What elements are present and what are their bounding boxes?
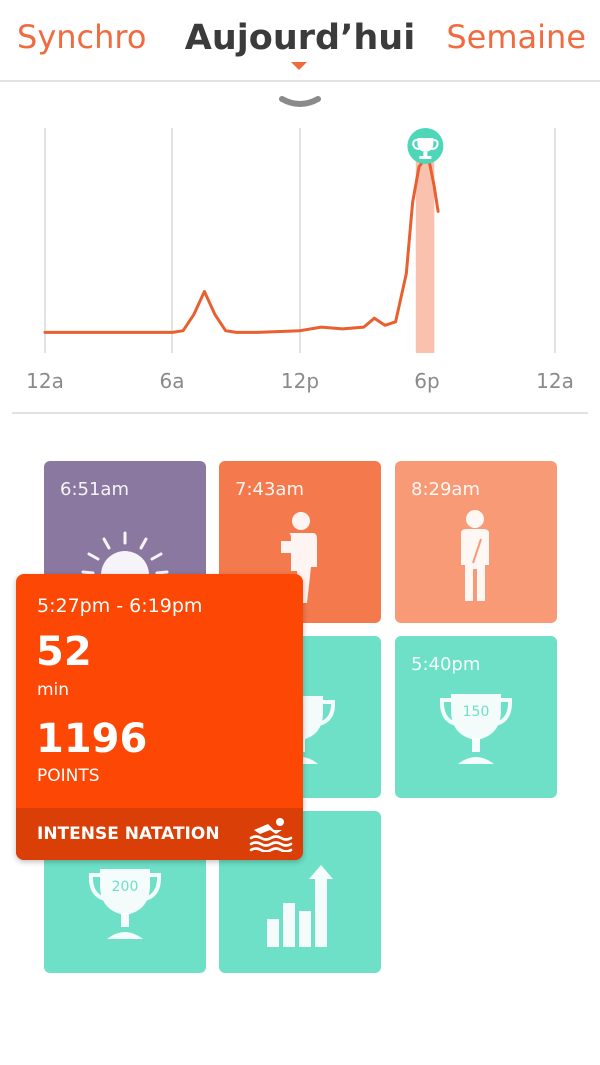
activity-line <box>43 156 440 334</box>
popup-points-label: POINTS <box>37 766 100 786</box>
swimming-icon <box>249 818 293 852</box>
tick-label: 12p <box>281 369 319 393</box>
tick-label: 6p <box>414 369 439 393</box>
tile-time: 5:40pm <box>411 654 481 675</box>
tick-label: 12a <box>536 369 574 393</box>
trophy-tile[interactable]: 5:40pm 150 <box>395 636 557 798</box>
standing-person-icon <box>461 510 489 601</box>
popup-minutes-label: min <box>37 680 70 700</box>
semaine-link[interactable]: Semaine <box>446 18 586 56</box>
tile-time: 7:43am <box>235 479 304 500</box>
trophy-badge: 200 <box>112 879 139 895</box>
stand-tile[interactable]: 8:29am <box>395 461 557 623</box>
trophy-icon: 200 <box>88 869 162 939</box>
section-divider <box>12 412 588 414</box>
tick-label: 6a <box>160 369 185 393</box>
tile-time: 6:51am <box>60 479 129 500</box>
popup-points: 1196 <box>36 716 148 762</box>
popup-time-range: 5:27pm - 6:19pm <box>37 595 203 617</box>
popup-activity-bar: INTENSE NATATION <box>16 808 303 860</box>
trophy-badge: 150 <box>463 704 490 720</box>
sunrise-icon <box>81 531 169 575</box>
selected-tab-caret <box>291 62 307 70</box>
popup-minutes: 52 <box>36 629 92 675</box>
trophy-icon: 150 <box>439 694 513 764</box>
bar-chart-icon <box>267 865 333 947</box>
app-screen: Synchro Aujourd’hui Semaine 12a 6a 12p 6… <box>0 0 600 1065</box>
activity-popup[interactable]: 5:27pm - 6:19pm 52 min 1196 POINTS INTEN… <box>16 574 303 860</box>
top-nav: Synchro Aujourd’hui Semaine <box>0 0 600 82</box>
activity-chart[interactable]: 12a 6a 12p 6p 12a <box>0 110 600 410</box>
trophy-marker-icon <box>407 128 444 164</box>
popup-activity-label: INTENSE NATATION <box>37 824 220 844</box>
tile-time: 8:29am <box>411 479 480 500</box>
tick-label: 12a <box>26 369 64 393</box>
